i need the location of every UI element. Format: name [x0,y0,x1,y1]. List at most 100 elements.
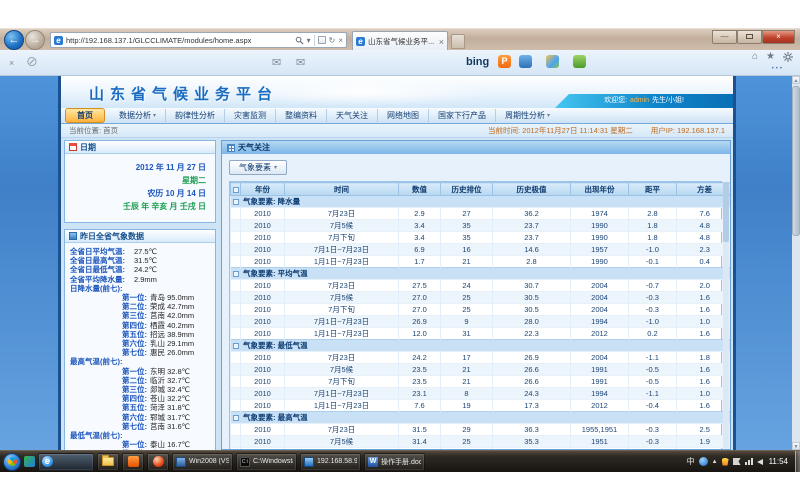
table-row[interactable]: 20107月23日24.21726.92004-1.11.8 [231,352,732,364]
table-row[interactable]: 20107月5候3.43523.719901.84.8 [231,220,732,232]
table-row[interactable]: 20101月1日~7月23日12.03122.320120.21.6 [231,328,732,340]
table-row[interactable]: 20107月下旬3.43523.719901.84.8 [231,232,732,244]
table-row[interactable]: 20107月5候23.52126.61991-0.51.6 [231,364,732,376]
column-header[interactable]: 出现年份 [571,183,629,196]
tray-app-icon[interactable] [24,456,35,467]
back-button[interactable]: ← [4,30,24,50]
group-row[interactable]: 气象要素: 降水量 [231,196,732,208]
plugin-icon-green[interactable] [573,55,586,68]
table-row[interactable]: 20107月下旬27.02530.52004-0.31.6 [231,304,732,316]
new-tab-button[interactable] [451,34,465,49]
favorites-star-icon[interactable]: ★ [766,51,775,62]
mail-icon[interactable]: ✉ [272,56,281,69]
home-icon[interactable]: ⌂ [752,51,758,62]
taskbar-clock[interactable]: 11:54 [769,457,788,466]
refresh-icon[interactable]: ↻ [329,36,336,45]
network-icon[interactable] [745,458,753,465]
nav-item-3[interactable]: 韵律性分析 [166,109,225,122]
forward-button[interactable]: → [25,30,45,50]
taskbar-browser2-button[interactable] [147,453,169,471]
plugin-icon-colorful[interactable] [546,55,559,68]
show-desktop-button[interactable] [795,451,800,473]
element-filter-button[interactable]: 气象要素▾ [229,160,287,175]
language-indicator[interactable]: 中 [687,456,695,467]
tray-blue-icon[interactable] [699,457,708,466]
panel-scroll-thumb[interactable] [723,182,729,242]
close-button[interactable]: × [762,30,795,44]
tools-gear-icon[interactable] [783,52,793,62]
compatibility-view-icon[interactable] [318,36,326,44]
table-row[interactable]: 20107月1日~7月23日26.9928.01994-1.01.0 [231,316,732,328]
taskbar-window-button-1[interactable]: Win2008 (VS2... [172,453,233,471]
table-cell: 25 [441,304,493,316]
ie-favicon: e [54,36,63,45]
tray-expand-icon[interactable]: ▲ [712,459,718,465]
nav-item-5[interactable]: 整编资料 [276,109,327,122]
stop-icon[interactable]: × [338,36,343,45]
table-row[interactable]: 20107月23日27.52430.72004-0.72.0 [231,280,732,292]
plugin-icon-orange[interactable]: P [498,55,511,68]
toolbar-close-icon[interactable]: × [9,58,14,68]
table-cell: 7月5候 [285,364,399,376]
table-row[interactable]: 20101月1日~7月23日1.7212.81990-0.10.4 [231,256,732,268]
table-cell: 30.5 [493,304,571,316]
scroll-up-icon[interactable]: ▲ [792,76,800,84]
group-row[interactable]: 气象要素: 最低气温 [231,340,732,352]
rank-label: 第四位: [122,394,147,403]
toolbar-overflow-icon[interactable]: ••• [772,66,784,72]
taskbar-window-button-2[interactable]: C:\C:\Windowsta... [236,453,297,471]
minimize-button[interactable]: — [712,30,737,44]
table-row[interactable]: 20107月1日~7月23日6.91614.61957-1.02.3 [231,244,732,256]
nav-item-4[interactable]: 灾害监测 [225,109,276,122]
column-header[interactable]: 距平 [629,183,677,196]
taskbar-explorer-button[interactable] [97,453,119,471]
tab-close-icon[interactable]: × [439,37,444,47]
column-header[interactable]: 历史排位 [441,183,493,196]
column-header[interactable]: 时间 [285,183,399,196]
search-dropdown-icon[interactable]: ▾ [307,36,311,45]
browser-tab[interactable]: e 山东省气候业务平... × [352,31,448,51]
nav-item-1[interactable]: 首页 [65,108,105,123]
nav-item-2[interactable]: 数据分析▾ [110,109,166,122]
taskbar-window-button-4[interactable]: W操作手册.docx ... [364,453,425,471]
table-row[interactable]: 20107月5候31.42535.31951-0.31.9 [231,436,732,448]
rank-value: 菏泽 31.8℃ [150,403,190,412]
action-center-shield-icon[interactable] [722,458,729,466]
panel-scrollbar[interactable] [723,182,729,448]
table-row[interactable]: 20107月下旬23.52126.61991-0.51.6 [231,376,732,388]
table-row[interactable]: 20107月23日31.52936.31955,1951-0.32.5 [231,424,732,436]
plugin-icon-blue[interactable] [519,55,532,68]
maximize-button[interactable] [737,30,762,44]
group-row[interactable]: 气象要素: 最高气温 [231,412,732,424]
nav-item-7[interactable]: 网络地图 [378,109,429,122]
table-row[interactable]: 20107月1日~7月23日23.1824.31994-1.11.0 [231,388,732,400]
row-select-cell [231,376,241,388]
taskbar-window-button-3[interactable]: 192.168.58.99... [300,453,361,471]
scroll-thumb[interactable] [792,86,800,236]
search-icon[interactable] [295,36,304,45]
table-row[interactable]: 20101月1日~7月23日7.61917.32012-0.41.6 [231,400,732,412]
nav-item-9[interactable]: 周期性分析▾ [496,109,559,122]
table-row[interactable]: 20107月23日2.92736.219742.87.6 [231,208,732,220]
taskbar-media-button[interactable] [122,453,144,471]
scroll-down-icon[interactable]: ▼ [792,442,800,450]
nav-item-6[interactable]: 天气关注 [327,109,378,122]
table-row[interactable]: 20107月5候27.02530.52004-0.31.6 [231,292,732,304]
bing-logo[interactable]: bing [466,56,489,68]
column-header[interactable]: 数值 [399,183,441,196]
expand-all-cell[interactable] [231,183,241,196]
column-header[interactable]: 年份 [241,183,285,196]
mail2-icon[interactable]: ✉ [296,56,305,69]
group-row[interactable]: 气象要素: 平均气温 [231,268,732,280]
start-button[interactable] [3,453,21,471]
taskbar-ie-button[interactable]: e [38,453,94,471]
nav-item-8[interactable]: 国家下行产品 [429,109,496,122]
group-label: 气象要素: 平均气温 [243,269,308,278]
speaker-icon[interactable] [757,459,763,465]
table-cell: 30.5 [493,292,571,304]
group-label: 气象要素: 降水量 [243,197,300,206]
browser-scrollbar[interactable]: ▲ ▼ [792,76,800,450]
address-bar[interactable]: e http://192.168.137.1/GLCCLIMATE/module… [50,32,347,48]
action-center-flag-icon[interactable] [733,458,741,465]
column-header[interactable]: 历史极值 [493,183,571,196]
